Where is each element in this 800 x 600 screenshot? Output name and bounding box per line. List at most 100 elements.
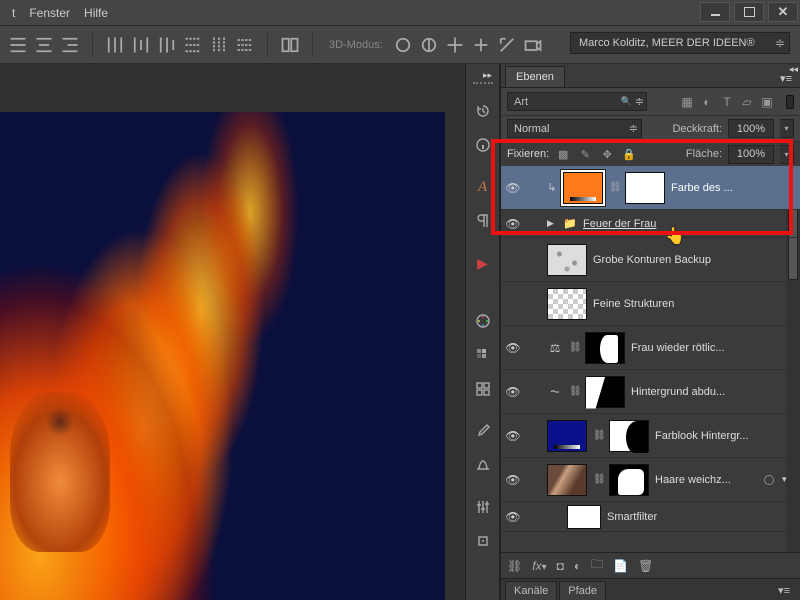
3d-pan-icon[interactable] (445, 35, 465, 55)
visibility-toggle-icon[interactable]: 👁 (505, 253, 521, 267)
layer-row[interactable]: 👁 ⛓ Haare weichz... ▾ (501, 458, 800, 502)
visibility-toggle-icon[interactable]: 👁 (505, 473, 521, 487)
align-icon[interactable] (60, 35, 80, 55)
lock-position-icon[interactable]: ✥ (599, 146, 615, 162)
add-mask-icon[interactable]: ◘ (557, 559, 564, 573)
menu-item-hilfe[interactable]: Hilfe (78, 2, 114, 24)
layer-mask-thumbnail[interactable] (585, 332, 625, 364)
workspace-selector[interactable]: Marco Kolditz, MEER DER IDEEN® (570, 32, 790, 54)
layer-name[interactable]: Haare weichz... (655, 474, 756, 486)
menu-item-fenster[interactable]: Fenster (23, 2, 76, 24)
layer-effects-indicator-icon[interactable] (764, 475, 774, 485)
3d-camera-icon[interactable] (523, 35, 543, 55)
layer-name[interactable]: Smartfilter (607, 511, 794, 523)
styles-panel-icon[interactable] (468, 374, 498, 404)
link-mask-icon[interactable]: ⛓ (593, 430, 603, 441)
clone-source-panel-icon[interactable] (468, 526, 498, 556)
window-minimize-button[interactable] (700, 2, 730, 22)
distribute-icon[interactable] (209, 35, 229, 55)
visibility-toggle-icon[interactable]: 👁 (505, 217, 521, 231)
fill-input[interactable]: 100% (728, 145, 774, 164)
menu-bar[interactable]: t Fenster Hilfe (0, 0, 114, 26)
adjustments-panel-icon[interactable] (468, 492, 498, 522)
layer-mask-thumbnail[interactable] (625, 172, 665, 204)
filter-adjustment-icon[interactable]: ◐ (698, 93, 716, 111)
visibility-toggle-icon[interactable]: 👁 (505, 297, 521, 311)
distribute-icon[interactable] (183, 35, 203, 55)
layer-mask-thumbnail[interactable] (585, 376, 625, 408)
distribute-icon[interactable] (131, 35, 151, 55)
distribute-icon[interactable] (157, 35, 177, 55)
layer-filter-kind-select[interactable]: Art (507, 92, 647, 111)
layer-row-selected[interactable]: 👁 ↳ ⛓ Farbe des ... (501, 166, 800, 210)
tab-pfade[interactable]: Pfade (559, 581, 606, 600)
link-mask-icon[interactable]: ⛓ (593, 474, 603, 485)
brush-presets-panel-icon[interactable] (468, 450, 498, 480)
layer-row[interactable]: 👁 ⛓ Farblook Hintergr... (501, 414, 800, 458)
layer-mask-thumbnail[interactable] (609, 420, 649, 452)
filter-smart-icon[interactable]: ▣ (758, 93, 776, 111)
lock-all-icon[interactable]: 🔒 (621, 146, 637, 162)
layer-mask-thumbnail[interactable] (609, 464, 649, 496)
lock-transparency-icon[interactable]: ▩ (555, 146, 571, 162)
visibility-toggle-icon[interactable]: 👁 (505, 341, 521, 355)
visibility-toggle-icon[interactable]: 👁 (505, 429, 521, 443)
visibility-toggle-icon[interactable]: 👁 (505, 181, 521, 195)
menu-item[interactable]: t (6, 2, 21, 24)
layers-list[interactable]: 👁 ↳ ⛓ Farbe des ... 👁 ▶ 📁 Feuer der Frau (501, 166, 800, 552)
tab-ebenen[interactable]: Ebenen (505, 66, 565, 87)
layer-thumbnail[interactable] (547, 288, 587, 320)
3d-slide-icon[interactable] (471, 35, 491, 55)
color-panel-icon[interactable] (468, 306, 498, 336)
distribute-icon[interactable] (105, 35, 125, 55)
visibility-toggle-icon[interactable]: 👁 (505, 385, 521, 399)
layer-row[interactable]: 👁 Grobe Konturen Backup (501, 238, 800, 282)
window-maximize-button[interactable] (734, 2, 764, 22)
layer-name[interactable]: Frau wieder rötlic... (631, 342, 794, 354)
3d-roll-icon[interactable] (419, 35, 439, 55)
layer-thumbnail[interactable] (547, 464, 587, 496)
tab-kanaele[interactable]: Kanäle (505, 581, 557, 600)
3d-scale-icon[interactable] (497, 35, 517, 55)
new-group-icon[interactable]: 🗀 (591, 555, 603, 576)
filter-mask-thumbnail[interactable] (567, 505, 601, 529)
panel-menu-icon[interactable]: ▾≡ (770, 581, 798, 600)
panel-collapse-icon[interactable]: ◂◂ (789, 64, 798, 75)
layer-name[interactable]: Farblook Hintergr... (655, 430, 794, 442)
layer-row[interactable]: 👁 Feine Strukturen (501, 282, 800, 326)
info-panel-icon[interactable] (468, 130, 498, 160)
document-canvas[interactable] (0, 112, 445, 600)
layer-name[interactable]: Hintergrund abdu... (631, 386, 794, 398)
opacity-input[interactable]: 100% (728, 119, 774, 138)
layer-name[interactable]: Feuer der Frau (583, 218, 794, 230)
link-layers-icon[interactable]: ⛓ (507, 559, 522, 573)
dock-collapse-icon[interactable]: ▸▸ (483, 70, 497, 80)
new-layer-icon[interactable]: 📄 (613, 559, 628, 573)
filter-type-icon[interactable]: T (718, 93, 736, 111)
delete-layer-icon[interactable]: 🗑 (638, 559, 653, 573)
blend-mode-select[interactable]: Normal (507, 119, 642, 138)
swatches-panel-icon[interactable] (468, 340, 498, 370)
align-icon[interactable] (8, 35, 28, 55)
lock-pixels-icon[interactable]: ✎ (577, 146, 593, 162)
link-mask-icon[interactable]: ⛓ (609, 182, 619, 193)
link-mask-icon[interactable]: ⛓ (569, 342, 579, 353)
link-mask-icon[interactable]: ⛓ (569, 386, 579, 397)
fill-dropdown-icon[interactable]: ▾ (780, 145, 794, 164)
group-expand-icon[interactable]: ▶ (547, 218, 557, 229)
canvas-area[interactable] (0, 64, 465, 600)
filter-toggle-switch[interactable] (786, 95, 794, 109)
layer-group-row[interactable]: 👁 ▶ 📁 Feuer der Frau (501, 210, 800, 238)
character-panel-icon[interactable]: A (468, 172, 498, 202)
actions-panel-icon[interactable]: ▶ (468, 248, 498, 278)
layer-name[interactable]: Farbe des ... (671, 182, 794, 194)
align-icon[interactable] (34, 35, 54, 55)
layer-row[interactable]: 👁 ⏦ ⛓ Hintergrund abdu... (501, 370, 800, 414)
visibility-toggle-icon[interactable]: 👁 (505, 510, 521, 524)
layer-row[interactable]: 👁 ⚖ ⛓ Frau wieder rötlic... (501, 326, 800, 370)
effects-expand-icon[interactable]: ▾ (782, 474, 794, 485)
history-panel-icon[interactable] (468, 96, 498, 126)
layer-name[interactable]: Grobe Konturen Backup (593, 254, 794, 266)
layer-name[interactable]: Feine Strukturen (593, 298, 794, 310)
brush-panel-icon[interactable] (468, 416, 498, 446)
